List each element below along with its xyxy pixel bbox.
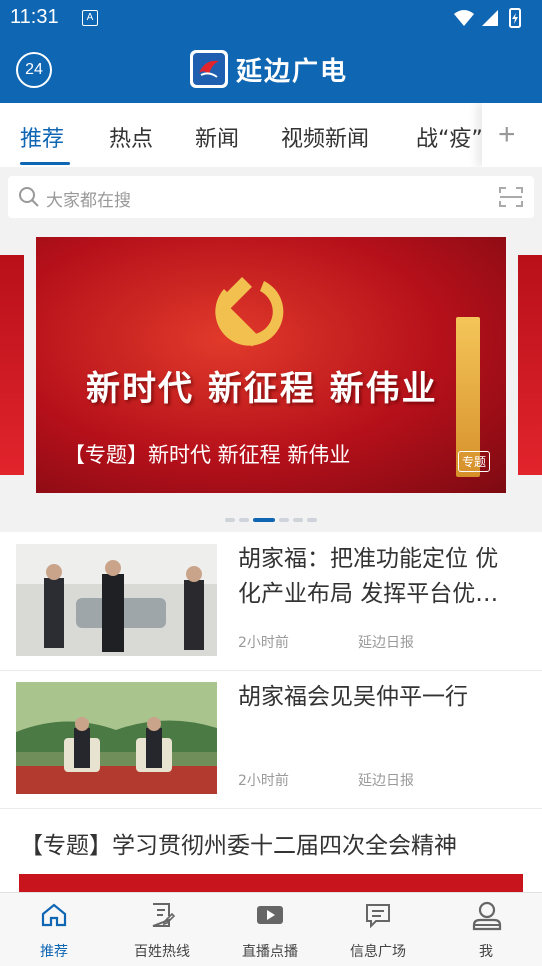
- carousel-dot: [225, 517, 235, 522]
- tab-news[interactable]: 新闻: [195, 121, 239, 153]
- app-logo: 延边广电: [190, 50, 348, 88]
- notification-icon: A: [82, 10, 98, 26]
- active-tab-indicator: [20, 162, 70, 165]
- nav-label: 推荐: [40, 944, 68, 960]
- search-bar[interactable]: 大家都在搜: [8, 176, 534, 218]
- banner-caption: 【专题】新时代 新征程 新伟业: [64, 443, 351, 467]
- status-time: 11:31: [10, 6, 59, 28]
- play-video-icon: [256, 901, 284, 933]
- carousel-dot: [253, 517, 275, 522]
- banner-carousel[interactable]: 新时代 新征程 新伟业 【专题】新时代 新征程 新伟业 专题: [0, 226, 542, 526]
- scan-icon[interactable]: [498, 185, 524, 213]
- carousel-dot: [239, 517, 249, 522]
- news-time: 2小时前: [238, 773, 289, 789]
- special-topic-item[interactable]: 【专题】学习贯彻州委十二届四次全会精神: [0, 808, 542, 892]
- app-name: 延边广电: [236, 56, 349, 87]
- tab-recommend[interactable]: 推荐: [20, 121, 64, 153]
- carousel-dot: [307, 517, 317, 522]
- nav-label: 百姓热线: [134, 944, 190, 960]
- search-input[interactable]: 大家都在搜: [46, 186, 131, 211]
- carousel-indicator: [0, 509, 542, 522]
- search-icon: [18, 186, 40, 212]
- banner-slide[interactable]: 新时代 新征程 新伟业 【专题】新时代 新征程 新伟业 专题: [36, 237, 506, 493]
- hammer-sickle-icon: [204, 267, 294, 361]
- news-time: 2小时前: [238, 635, 289, 651]
- user-icon: [472, 901, 502, 935]
- tab-fight-epidemic[interactable]: 战“疫”: [416, 121, 483, 153]
- nav-me[interactable]: 我: [432, 893, 540, 966]
- news-item[interactable]: 胡家福会见吴仲平一行 2小时前 延边日报: [0, 670, 542, 809]
- message-icon: [364, 901, 392, 933]
- news-title: 胡家福：把准功能定位 优化产业布局 发挥平台优…: [238, 546, 499, 607]
- home-icon: [40, 901, 68, 933]
- news-list: 胡家福：把准功能定位 优化产业布局 发挥平台优… 2小时前 延边日报 胡家福会见…: [0, 532, 542, 892]
- tab-hot[interactable]: 热点: [109, 121, 153, 153]
- news-source: 延边日报: [358, 773, 414, 789]
- banner-slogan: 新时代 新征程 新伟业: [86, 369, 438, 409]
- carousel-dot: [279, 517, 289, 522]
- nav-live[interactable]: 直播点播: [216, 893, 324, 966]
- nav-label: 我: [479, 944, 493, 960]
- add-channel-button[interactable]: +: [482, 103, 542, 167]
- tab-video-news[interactable]: 视频新闻: [281, 121, 369, 153]
- 24h-news-button[interactable]: 24: [16, 52, 52, 88]
- special-topic-title: 【专题】学习贯彻州委十二届四次全会精神: [20, 833, 457, 859]
- wifi-signal-battery-icon: [454, 8, 521, 28]
- nav-hotline[interactable]: 百姓热线: [108, 893, 216, 966]
- status-icons: [452, 8, 532, 32]
- status-bar: 11:31 A: [0, 0, 542, 36]
- plus-icon: +: [498, 118, 516, 151]
- logo-mark-icon: [190, 50, 228, 88]
- nav-label: 直播点播: [242, 944, 298, 960]
- news-title: 胡家福会见吴仲平一行: [238, 684, 468, 710]
- nav-info-square[interactable]: 信息广场: [324, 893, 432, 966]
- prev-banner-peek[interactable]: [0, 255, 24, 475]
- document-edit-icon: [148, 901, 176, 933]
- special-topic-image: [19, 874, 523, 892]
- nav-recommend[interactable]: 推荐: [0, 893, 108, 966]
- news-item[interactable]: 胡家福：把准功能定位 优化产业布局 发挥平台优… 2小时前 延边日报: [0, 532, 542, 671]
- banner-tag: 专题: [457, 451, 490, 472]
- app-bar: 24 延边广电: [0, 36, 542, 103]
- nav-label: 信息广场: [350, 944, 406, 960]
- channel-tabs: 推荐 热点 新闻 视频新闻 战“疫” 热 +: [0, 103, 542, 167]
- news-source: 延边日报: [358, 635, 414, 651]
- next-banner-peek[interactable]: [518, 255, 542, 475]
- carousel-dot: [293, 517, 303, 522]
- bottom-nav: 推荐 百姓热线 直播点播 信息广场 我: [0, 892, 542, 966]
- news-thumbnail: [16, 544, 217, 656]
- news-thumbnail: [16, 682, 217, 794]
